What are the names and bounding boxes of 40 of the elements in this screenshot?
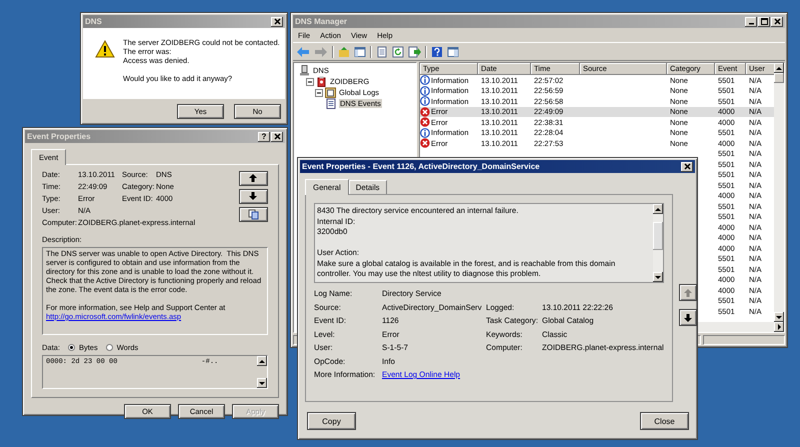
button[interactable]: Copy	[307, 412, 356, 430]
scrollbar[interactable]	[774, 63, 784, 322]
copy-button[interactable]	[239, 207, 268, 222]
copy-icon[interactable]	[248, 209, 259, 220]
button[interactable]: Close	[640, 412, 689, 430]
window-title: Event Properties - Event 1126, ActiveDirectory_DomainService	[302, 162, 541, 171]
down-arrow-button[interactable]	[678, 309, 697, 326]
log-folder-icon	[325, 87, 336, 98]
radio-button[interactable]	[68, 344, 75, 351]
down-arrow-icon[interactable]	[248, 191, 259, 202]
up-arrow-button[interactable]	[239, 171, 268, 186]
warning-icon	[95, 40, 115, 58]
scroll-up-icon[interactable]	[654, 206, 662, 212]
scroll-right-icon[interactable]	[776, 323, 782, 331]
down-arrow-icon[interactable]	[682, 312, 693, 322]
scroll-up-icon[interactable]	[258, 358, 266, 364]
export-icon[interactable]	[408, 46, 421, 58]
collapse-icon[interactable]	[306, 78, 314, 86]
down-arrow-button[interactable]	[239, 189, 268, 204]
window-title: DNS	[85, 17, 103, 26]
window-title: Event Properties	[27, 132, 92, 141]
pane-icon[interactable]	[447, 46, 459, 58]
refresh-icon[interactable]	[392, 46, 404, 58]
scroll-thumb[interactable]	[652, 222, 663, 250]
up-arrow-icon[interactable]	[248, 173, 259, 184]
server-icon	[299, 65, 310, 76]
server-icon	[316, 76, 327, 87]
scroll-down-icon[interactable]	[654, 274, 662, 280]
window-title: DNS Manager	[295, 17, 348, 26]
collapse-icon[interactable]	[315, 88, 323, 96]
scrollbar[interactable]	[652, 204, 663, 282]
scroll-down-icon[interactable]	[258, 380, 266, 386]
scroll-thumb[interactable]	[774, 73, 784, 83]
radio-button[interactable]	[106, 344, 113, 351]
log-icon	[326, 98, 337, 109]
pane-icon[interactable]	[354, 46, 366, 58]
scroll-up-icon[interactable]	[775, 64, 783, 72]
scrollbar[interactable]	[257, 356, 267, 388]
document-icon[interactable]	[376, 46, 388, 58]
help-icon[interactable]	[431, 46, 443, 58]
